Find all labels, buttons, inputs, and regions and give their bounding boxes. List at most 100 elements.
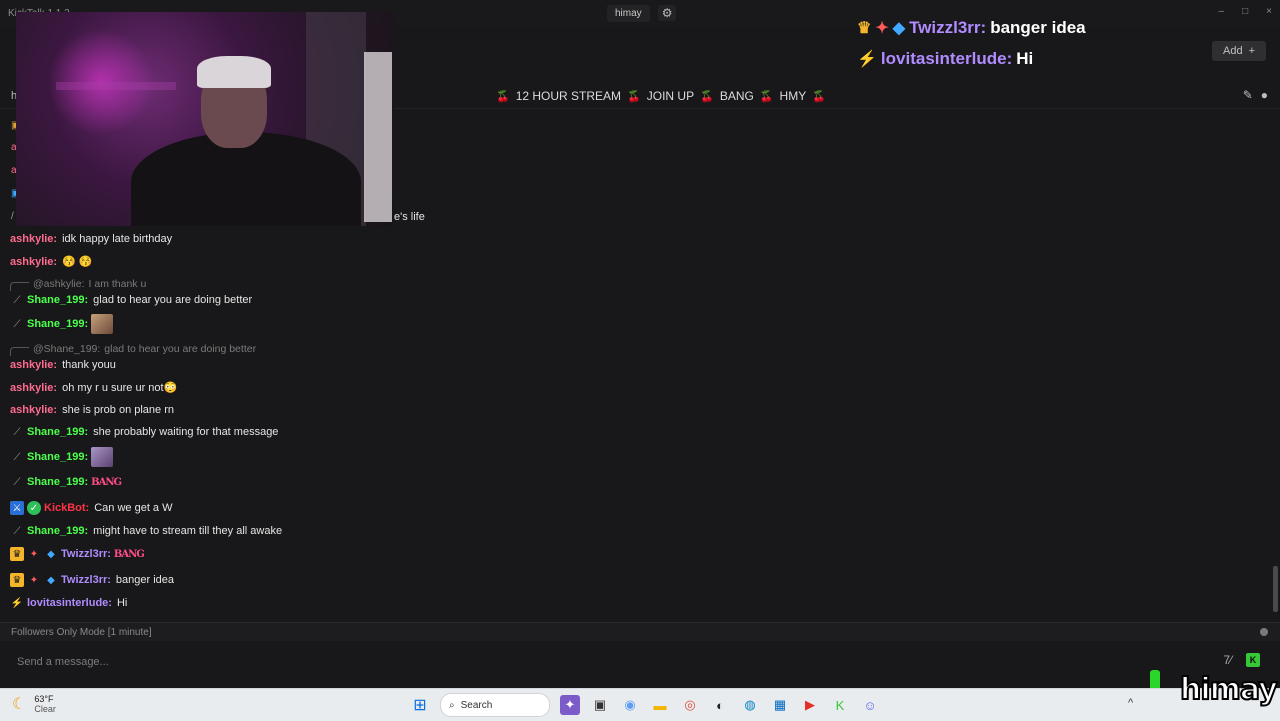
maximize-button[interactable]: □: [1242, 6, 1248, 17]
chrome-icon[interactable]: ◎: [680, 695, 700, 715]
chat-message[interactable]: ♛ ✦ ◆ Twizzl3rr: BANG: [10, 547, 145, 561]
chat-message[interactable]: ashkylie: she is prob on plane rn: [10, 404, 174, 416]
chat-username[interactable]: Shane_199:: [27, 294, 88, 306]
youtube-icon[interactable]: ▶: [800, 695, 820, 715]
chat-username[interactable]: lovitasinterlude:: [27, 597, 112, 609]
sub-badge-icon: ⚡: [10, 597, 24, 609]
chat-username[interactable]: Shane_199:: [27, 451, 88, 463]
settings-gear-icon[interactable]: ⚙: [657, 5, 677, 21]
chat-scrollbar[interactable]: [1273, 566, 1278, 612]
taskbar-apps: ⊞ ⌕ Search ✦ ▣ ◉ ▬ ◎ ◐ ◍ ▦ ▶ K ☺: [410, 693, 880, 717]
chat-username[interactable]: Twizzl3rr:: [61, 574, 111, 586]
file-explorer-icon[interactable]: ▬: [650, 695, 670, 715]
taskbar-search[interactable]: ⌕ Search: [440, 693, 550, 717]
reply-context[interactable]: @Shane_199: glad to hear you are doing b…: [10, 341, 256, 356]
chat-message[interactable]: ♛ ✦ ◆ Twizzl3rr: banger idea: [10, 573, 174, 587]
chevron-up-icon[interactable]: ^: [1128, 697, 1133, 709]
kick-badge-icon: ⚔: [10, 501, 24, 515]
windows-start-icon[interactable]: ⊞: [410, 695, 430, 715]
weather-temp: 63°F: [34, 694, 54, 704]
cube-badge-icon: ◆: [47, 574, 55, 586]
chat-message[interactable]: ashkylie: idk happy late birthday: [10, 233, 172, 245]
message-input[interactable]: [8, 647, 1209, 677]
edge-icon[interactable]: ◍: [740, 695, 760, 715]
chat-username[interactable]: ashkylie:: [10, 382, 57, 394]
reply-context[interactable]: @ashkylie: I am thank u: [10, 276, 146, 291]
stream-overlay-chat: ♛ ✦ ◆ Twizzl3rr: banger idea ⚡ lovitasin…: [857, 12, 1086, 74]
input-icons: 7⁄ K: [1223, 653, 1260, 667]
cube-badge-icon: ◆: [47, 548, 55, 560]
chat-message[interactable]: ⚔ ✓ KickBot: Can we get a W: [10, 501, 173, 515]
cropped-message-text: e's life: [394, 211, 425, 223]
crown-badge-icon: ♛: [10, 547, 24, 561]
chat-message[interactable]: ashkylie: 😚 😚: [10, 255, 93, 269]
sub-badge-icon: ⟋: [13, 476, 21, 488]
chat-message[interactable]: ⟋ Shane_199: glad to hear you are doing …: [10, 293, 253, 307]
obs-icon[interactable]: ◐: [710, 695, 730, 715]
cube-icon: ◆: [892, 19, 906, 37]
chat-username[interactable]: Twizzl3rr:: [61, 548, 111, 560]
search-label: Search: [460, 699, 493, 711]
store-icon[interactable]: ▦: [770, 695, 790, 715]
kick-app-icon[interactable]: K: [830, 695, 850, 715]
discord-icon[interactable]: ☺: [860, 695, 880, 715]
sub-badge-icon: ⚡: [857, 50, 877, 68]
reply-text: glad to hear you are doing better: [104, 342, 257, 355]
kick-emote-icon[interactable]: K: [1246, 653, 1260, 667]
chat-message[interactable]: ⟋ Shane_199: BANG: [10, 475, 123, 489]
weather-text: 63°F Clear: [34, 694, 56, 714]
chat-username[interactable]: ashkylie:: [10, 404, 57, 416]
emote-image: [91, 447, 114, 467]
chat-username[interactable]: Shane_199:: [27, 426, 88, 438]
chat-text: banger idea: [115, 574, 175, 586]
stream-title-part: JOIN UP: [646, 89, 695, 103]
search-icon: ⌕: [449, 699, 455, 711]
overlay-message: Hi: [1016, 48, 1034, 68]
chat-username[interactable]: ashkylie:: [10, 256, 57, 268]
windows-taskbar: ☾ 63°F Clear ⊞ ⌕ Search ✦ ▣ ◉ ▬ ◎ ◐ ◍ ▦ …: [0, 688, 1280, 721]
user-icon[interactable]: ●: [1261, 88, 1268, 102]
copilot-icon[interactable]: ✦: [560, 695, 580, 715]
chat-username[interactable]: Shane_199:: [27, 525, 88, 537]
chat-text: she is prob on plane rn: [62, 404, 175, 416]
cherries-icon: 🍒: [812, 90, 826, 103]
chat-username[interactable]: ashkylie:: [10, 359, 57, 371]
minimize-button[interactable]: –: [1219, 6, 1225, 17]
rocket-badge-icon: ✦: [29, 574, 39, 586]
webcam-overlay: [16, 12, 394, 226]
weather-widget[interactable]: ☾ 63°F Clear: [12, 694, 56, 714]
pin-icon[interactable]: ✎: [1243, 88, 1253, 102]
copilot-app-icon[interactable]: ◉: [620, 695, 640, 715]
chat-username[interactable]: Shane_199:: [27, 476, 88, 488]
bang-emote: BANG: [113, 548, 145, 560]
weather-desc: Clear: [34, 704, 56, 714]
chat-username[interactable]: ashkylie:: [10, 233, 57, 245]
chat-text: Hi: [116, 597, 128, 609]
chat-username[interactable]: KickBot:: [44, 502, 89, 514]
close-button[interactable]: ×: [1266, 6, 1272, 17]
chat-username[interactable]: Shane_199:: [27, 318, 88, 330]
chat-message[interactable]: ashkylie: oh my r u sure ur not😳: [10, 381, 178, 395]
rocket-icon: ✦: [875, 19, 889, 37]
stream-title-part: 12 HOUR STREAM: [515, 89, 622, 103]
channel-tab-himay[interactable]: himay: [607, 4, 650, 22]
chat-message[interactable]: ⟋ Shane_199: might have to stream till t…: [10, 524, 283, 538]
add-button[interactable]: Add +: [1212, 41, 1266, 61]
chat-message[interactable]: ⚡ lovitasinterlude: Hi: [10, 596, 128, 610]
chat-text: oh my r u sure ur not😳: [62, 382, 178, 394]
add-button-label: Add: [1222, 45, 1243, 57]
chat-text: idk happy late birthday: [62, 233, 173, 245]
task-view-icon[interactable]: ▣: [590, 695, 610, 715]
7tv-emote-icon[interactable]: 7⁄: [1223, 653, 1232, 667]
chat-message[interactable]: ⟋ Shane_199:: [10, 314, 114, 334]
sub-badge-icon: ⟋: [13, 294, 21, 306]
info-icon[interactable]: [1260, 628, 1268, 636]
cherries-icon: 🍒: [496, 90, 510, 103]
chat-message[interactable]: ⟋ Shane_199: she probably waiting for th…: [10, 425, 279, 439]
sub-badge-icon: ⟋: [13, 525, 21, 537]
chat-message[interactable]: ⟋ Shane_199:: [10, 447, 114, 467]
chat-text: glad to hear you are doing better: [93, 294, 253, 306]
chat-mode-bar: Followers Only Mode [1 minute]: [0, 622, 1280, 641]
streamer-logo: himay: [1179, 671, 1279, 708]
chat-message[interactable]: ashkylie: thank youu: [10, 359, 116, 371]
